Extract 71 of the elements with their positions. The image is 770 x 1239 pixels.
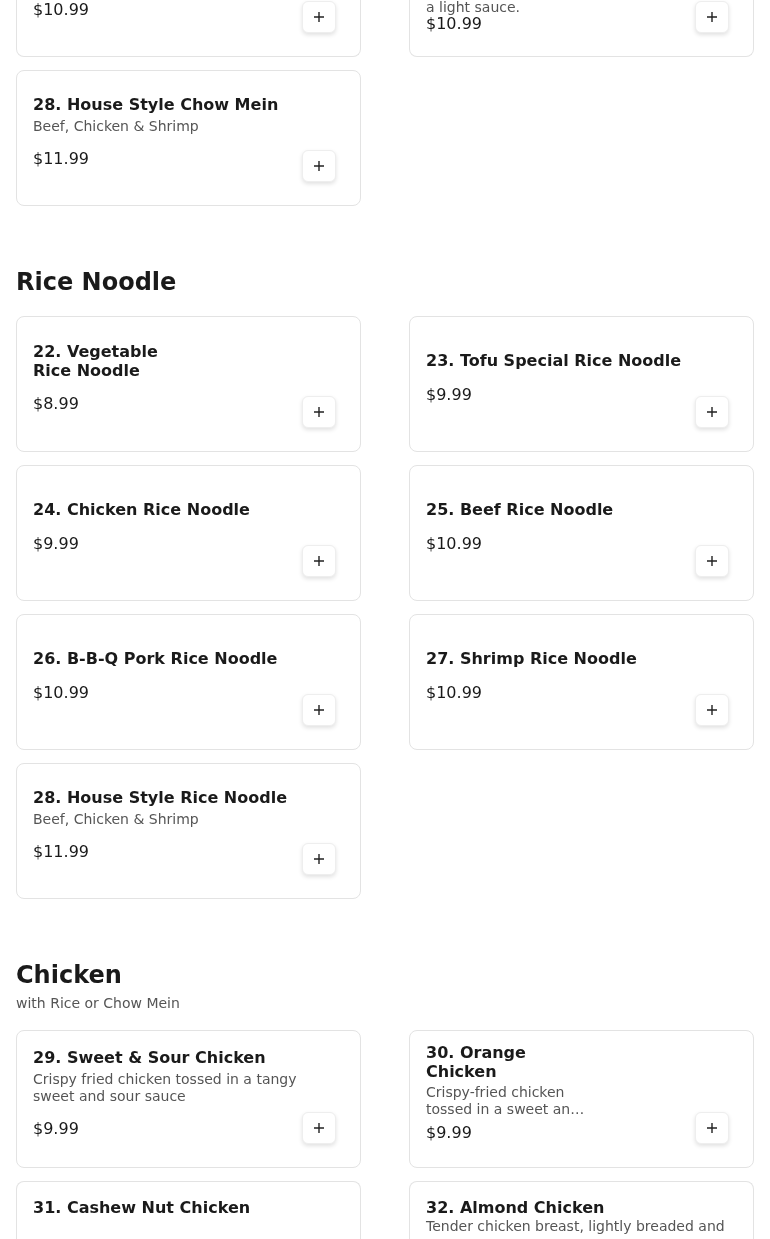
add-button[interactable] [695, 694, 729, 726]
item-price: $11.99 [33, 842, 90, 862]
item-title: 25. Beef Rice Noodle [426, 500, 615, 519]
menu-item-card[interactable]: 23. Tofu Special Rice Noodle $9.99 [409, 316, 754, 452]
add-button[interactable] [302, 396, 336, 428]
menu-item-card[interactable]: 27. Shrimp Rice Noodle $10.99 [409, 614, 754, 750]
plus-icon [314, 161, 324, 171]
add-button[interactable] [302, 545, 336, 577]
plus-icon [707, 705, 717, 715]
item-description: a light sauce. [426, 0, 521, 14]
section-subtitle: with Rice or Chow Mein [16, 995, 181, 1011]
plus-icon [314, 1123, 324, 1133]
item-price: $8.99 [33, 394, 80, 414]
item-price: $10.99 [426, 14, 483, 34]
plus-icon [314, 705, 324, 715]
plus-icon [314, 12, 324, 22]
menu-item-card[interactable]: 25. Beef Rice Noodle $10.99 [409, 465, 754, 601]
menu-item-card[interactable]: a light sauce. $10.99 [409, 0, 754, 57]
add-button[interactable] [695, 1, 729, 33]
section-heading: Rice Noodle [16, 268, 178, 296]
item-title: 28. House Style Rice Noodle [33, 788, 288, 807]
item-price: $9.99 [33, 1118, 80, 1139]
item-price: $10.99 [33, 0, 90, 20]
menu-item-card[interactable]: 26. B-B-Q Pork Rice Noodle $10.99 [16, 614, 361, 750]
plus-icon [707, 1123, 717, 1133]
menu-item-card[interactable]: 24. Chicken Rice Noodle $9.99 [16, 465, 361, 601]
item-title: 26. B-B-Q Pork Rice Noodle [33, 649, 279, 668]
section-heading: Chicken [16, 961, 123, 989]
menu-item-card[interactable]: 30. Orange Chicken Crispy-fried chicken tossed in a sweet an… $9.99 [409, 1030, 754, 1168]
item-price: $9.99 [426, 385, 473, 405]
plus-icon [314, 407, 324, 417]
plus-icon [314, 854, 324, 864]
add-button[interactable] [695, 1112, 729, 1144]
menu-item-card[interactable]: 28. House Style Chow Mein Beef, Chicken & Shrimp $11.99 [16, 70, 361, 206]
add-button[interactable] [695, 396, 729, 428]
item-title: 31. Cashew Nut Chicken [33, 1198, 252, 1217]
item-price: $10.99 [33, 683, 90, 703]
add-button[interactable] [695, 545, 729, 577]
plus-icon [707, 12, 717, 22]
menu-item-card[interactable]: 28. House Style Rice Noodle Beef, Chicken & Shrimp $11.99 [16, 763, 361, 899]
plus-icon [707, 407, 717, 417]
item-price: $11.99 [33, 149, 90, 169]
add-button[interactable] [302, 843, 336, 875]
item-title: 27. Shrimp Rice Noodle [426, 649, 638, 668]
add-button[interactable] [302, 1112, 336, 1144]
add-button[interactable] [302, 694, 336, 726]
menu-item-card[interactable]: 29. Sweet & Sour Chicken Crispy fried chicken tossed in a tangy sweet and sour sauce $9.99 [16, 1030, 361, 1168]
item-description: Crispy-fried chicken tossed in a sweet an… [426, 1084, 586, 1118]
item-title: 32. Almond Chicken [426, 1198, 606, 1217]
menu-item-card[interactable]: 31. Cashew Nut Chicken [16, 1181, 361, 1239]
item-title: 29. Sweet & Sour Chicken [33, 1047, 267, 1067]
item-price: $10.99 [426, 683, 483, 703]
add-button[interactable] [302, 1, 336, 33]
add-button[interactable] [302, 150, 336, 182]
item-description: Beef, Chicken & Shrimp [33, 811, 200, 828]
item-description: Tender chicken breast, lightly breaded and [426, 1219, 726, 1234]
item-title: 30. Orange Chicken [426, 1043, 527, 1081]
menu-item-card[interactable]: 32. Almond Chicken Tender chicken breast, lightly breaded and [409, 1181, 754, 1239]
item-price: $10.99 [426, 534, 483, 554]
item-title: 22. Vegetable Rice Noodle [33, 342, 159, 380]
item-price: $9.99 [33, 534, 80, 554]
item-description: Beef, Chicken & Shrimp [33, 118, 200, 135]
item-price: $9.99 [426, 1123, 473, 1143]
menu-item-card[interactable]: $10.99 [16, 0, 361, 57]
menu-item-card[interactable]: 22. Vegetable Rice Noodle $8.99 [16, 316, 361, 452]
plus-icon [314, 556, 324, 566]
item-title: 23. Tofu Special Rice Noodle [426, 351, 683, 370]
item-title: 28. House Style Chow Mein [33, 95, 280, 114]
item-description: Crispy fried chicken tossed in a tangy sweet and sour sauce [33, 1070, 298, 1105]
item-title: 24. Chicken Rice Noodle [33, 500, 251, 519]
plus-icon [707, 556, 717, 566]
